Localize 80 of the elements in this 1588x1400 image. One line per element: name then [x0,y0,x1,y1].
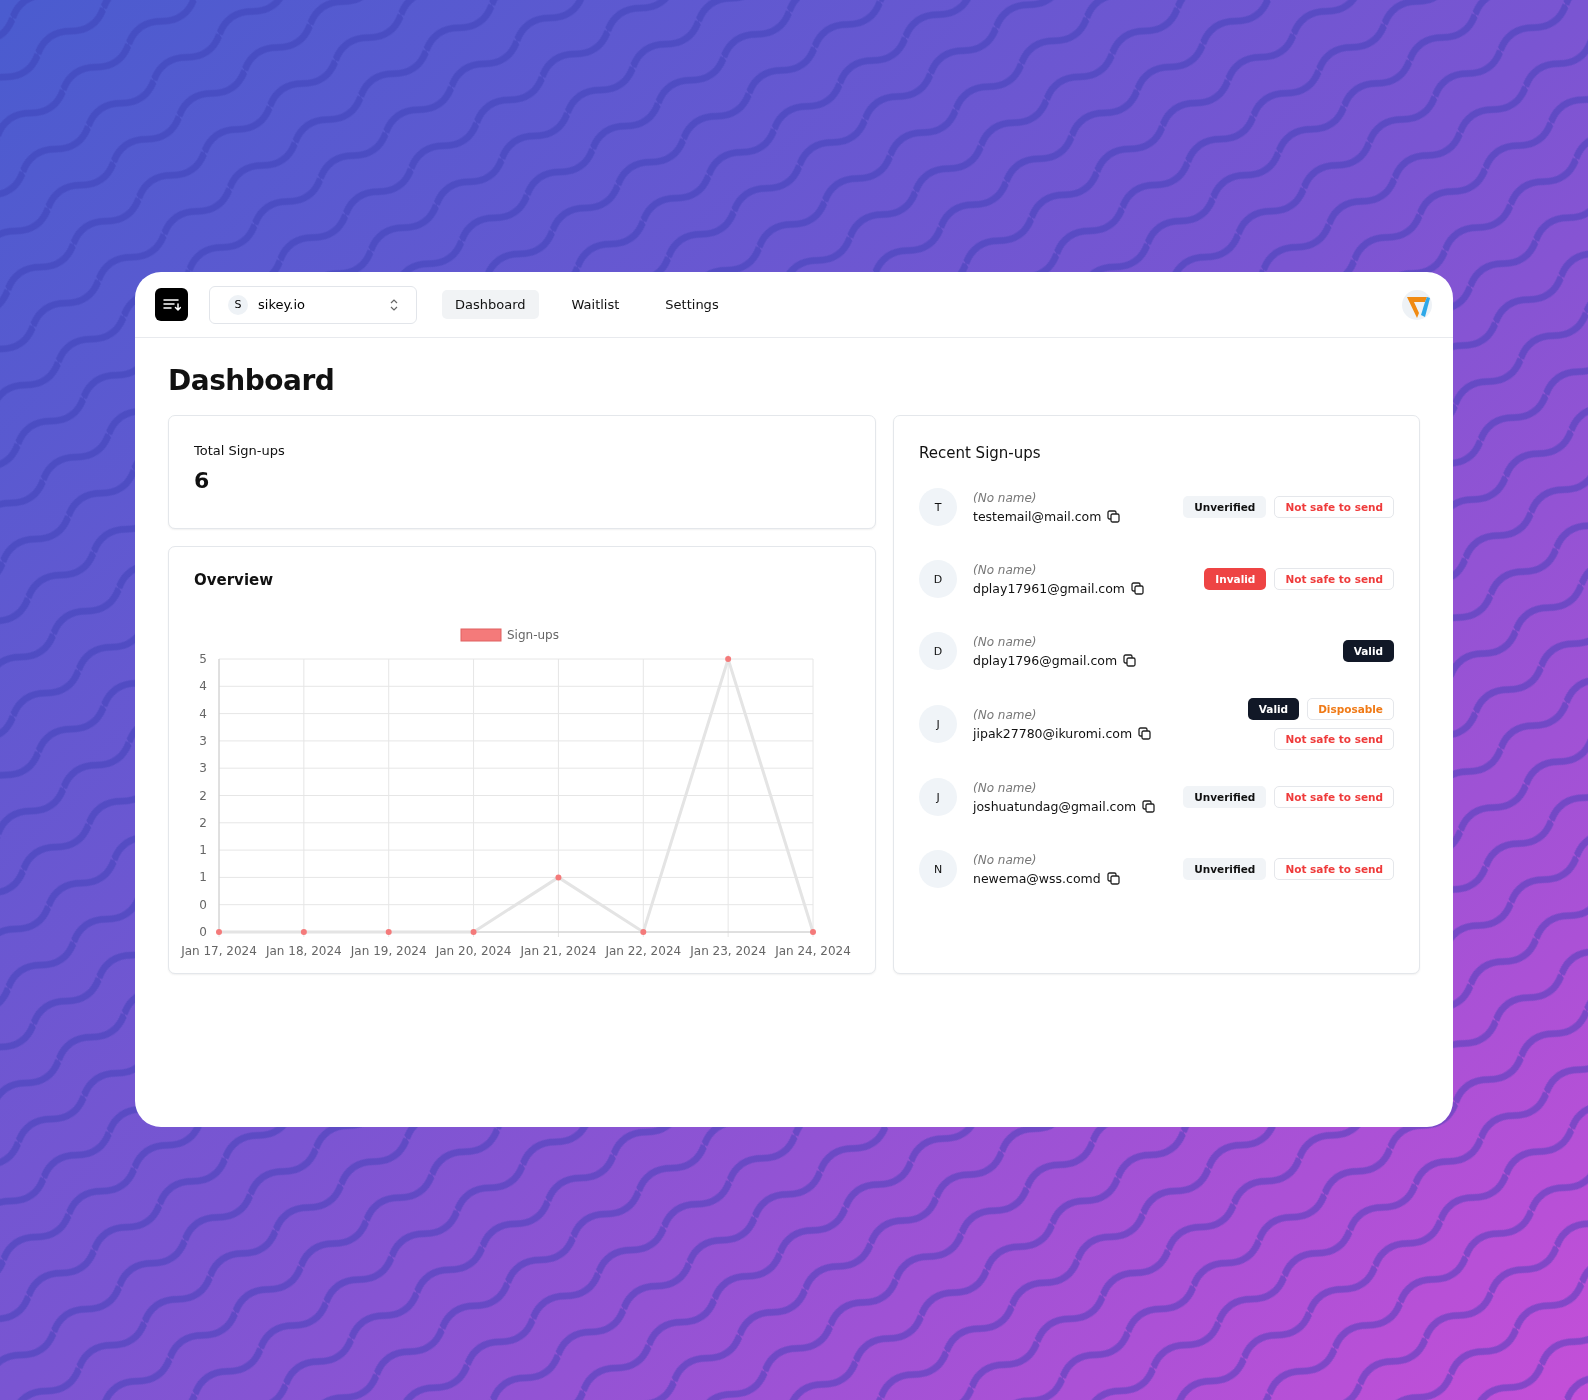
data-point [555,874,562,881]
y-tick-label: 1 [199,843,207,858]
initial-avatar: J [919,778,957,816]
data-point [725,656,732,662]
data-point [810,929,816,935]
initial-avatar: J [919,705,957,743]
signup-email: joshuatundag@gmail.com [973,798,1137,814]
status-badge: Not safe to send [1274,786,1394,808]
sort-lines-icon [162,297,181,312]
stat-value: 6 [194,468,210,493]
y-tick-label: 0 [199,897,207,912]
y-tick-label: 3 [199,733,207,748]
status-badge: Not safe to send [1274,568,1394,590]
data-point [300,929,307,935]
y-tick-label: 0 [199,925,207,939]
y-tick-label: 1 [199,870,207,885]
initial-avatar: D [919,632,957,670]
signup-name: (No name) [973,490,1038,505]
status-badge: Unverified [1183,496,1267,518]
copy-icon[interactable] [1107,509,1121,523]
status-badge: Valid [1247,698,1300,720]
data-point [470,929,477,935]
project-selector[interactable]: S sikey.io [209,285,417,324]
signup-email: jipak27780@ikuromi.com [973,725,1133,741]
data-point [385,929,392,935]
legend-item[interactable]: Sign-ups [460,628,559,642]
status-badge: Disposable [1307,698,1394,720]
signup-name: (No name) [973,852,1038,867]
data-point [640,929,647,935]
y-tick-label: 3 [199,761,207,776]
x-tick-label: Jan 18, 2024 [266,944,342,958]
initial-avatar: D [919,560,957,598]
x-tick-label: Jan 19, 2024 [350,944,427,958]
status-badge: Invalid [1204,568,1267,590]
data-point [216,929,222,935]
y-tick-label: 2 [199,788,207,803]
status-badge: Not safe to send [1274,858,1394,880]
status-badge: Not safe to send [1274,496,1394,518]
nav-tab[interactable]: Waitlist [558,290,633,319]
signup-name: (No name) [973,634,1038,649]
legend-label: Sign-ups [507,628,559,642]
menu-button[interactable] [155,288,188,321]
signup-email: testemail@mail.com [973,508,1102,524]
x-tick-label: Jan 20, 2024 [435,944,512,958]
status-badge: Unverified [1183,858,1267,880]
project-name: sikey.io [258,297,306,312]
copy-icon[interactable] [1123,653,1137,667]
signup-email: newema@wss.comd [973,870,1101,886]
x-tick-label: Jan 17, 2024 [181,944,257,958]
copy-icon[interactable] [1138,726,1152,740]
nav-tab[interactable]: Dashboard [442,290,539,319]
card-title: Recent Sign-ups [919,444,1042,462]
status-badge: Valid [1342,640,1394,662]
up-down-chevron-icon [390,298,398,311]
signup-email: dplay1796@gmail.com [973,652,1118,668]
x-tick-label: Jan 23, 2024 [690,944,766,958]
status-badge: Not safe to send [1274,728,1394,750]
x-tick-label: Jan 24, 2024 [775,944,851,958]
copy-icon[interactable] [1131,581,1145,595]
y-tick-label: 4 [199,706,207,721]
initial-avatar: T [919,488,957,526]
initial-avatar: N [919,850,957,888]
card-title: Overview [194,571,275,589]
x-tick-label: Jan 22, 2024 [605,944,682,958]
signup-name: (No name) [973,780,1038,795]
y-tick-label: 2 [199,815,207,830]
copy-icon[interactable] [1142,799,1156,813]
project-avatar: S [228,294,248,315]
user-avatar[interactable] [1401,288,1433,321]
y-tick-label: 5 [199,652,207,666]
x-tick-label: Jan 21, 2024 [520,944,597,958]
nav-tab[interactable]: Settings [652,290,732,319]
stat-label: Total Sign-ups [194,443,285,458]
signup-name: (No name) [973,562,1038,577]
y-tick-label: 4 [199,679,207,694]
signup-name: (No name) [973,707,1038,722]
page-title: Dashboard [168,364,336,397]
signup-email: dplay17961@gmail.com [973,580,1126,596]
copy-icon[interactable] [1106,871,1120,885]
status-badge: Unverified [1183,786,1267,808]
